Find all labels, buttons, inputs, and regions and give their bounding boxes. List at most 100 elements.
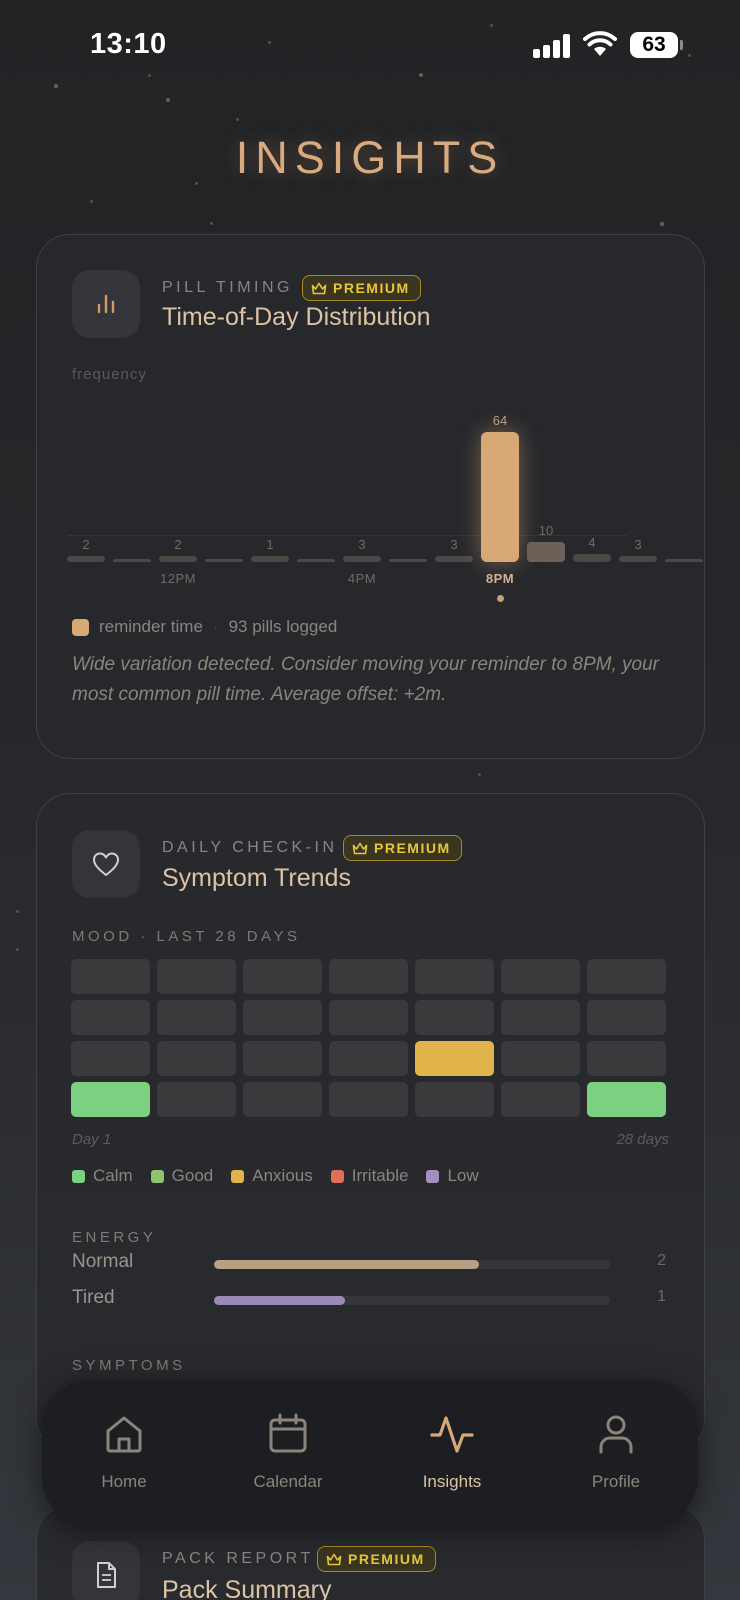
symptom-trends-card[interactable]: DAILY CHECK-IN PREMIUM Symptom Trends MO…	[36, 793, 705, 1453]
mood-day-cell[interactable]	[587, 1000, 666, 1035]
card-eyebrow: DAILY CHECK-IN	[162, 839, 338, 856]
mood-day-cell[interactable]	[415, 1000, 494, 1035]
mood-heatmap	[71, 959, 666, 1117]
chart-tick-label: 8PM	[485, 571, 515, 586]
heatmap-axis-end: 28 days	[616, 1131, 669, 1148]
crown-icon	[311, 282, 327, 294]
mood-day-cell[interactable]	[415, 959, 494, 994]
chart-bar	[619, 555, 657, 562]
crown-icon	[326, 1553, 342, 1565]
mood-day-cell[interactable]	[501, 1082, 580, 1117]
chart-value-label: 4	[588, 534, 596, 550]
energy-bar-fill	[214, 1296, 345, 1305]
card-eyebrow: PILL TIMING	[162, 279, 293, 296]
mood-section-label: MOOD · LAST 28 DAYS	[72, 928, 301, 945]
nav-insights[interactable]: Insights	[370, 1380, 534, 1525]
card-eyebrow: PACK REPORT	[162, 1550, 314, 1567]
chart-value-label: 3	[358, 536, 366, 552]
premium-badge: PREMIUM	[343, 835, 462, 861]
nav-insights-label: Insights	[422, 1472, 482, 1491]
chart-legend: reminder time · 93 pills logged	[72, 617, 337, 637]
bar-chart-icon	[72, 270, 140, 338]
chart-bar	[343, 555, 381, 562]
nav-calendar-label: Calendar	[253, 1472, 323, 1491]
user-icon	[599, 1415, 633, 1454]
heatmap-axis-start: Day 1	[72, 1131, 112, 1148]
calendar-icon	[269, 1413, 307, 1453]
mood-legend-item: Calm	[72, 1166, 133, 1186]
pill-timing-card[interactable]: PILL TIMING PREMIUM Time-of-Day Distribu…	[36, 234, 705, 759]
energy-label: Normal	[72, 1251, 134, 1272]
premium-badge-label: PREMIUM	[348, 1551, 425, 1567]
mood-day-cell[interactable]	[157, 959, 236, 994]
mood-day-cell[interactable]	[243, 1000, 322, 1035]
wifi-icon	[583, 31, 617, 56]
energy-label: Tired	[72, 1287, 115, 1308]
chart-bar	[435, 555, 473, 562]
mood-day-cell[interactable]	[157, 1041, 236, 1076]
premium-badge-label: PREMIUM	[374, 840, 451, 856]
symptoms-section-label: SYMPTOMS	[72, 1357, 186, 1374]
mood-day-cell[interactable]	[329, 959, 408, 994]
mood-day-cell[interactable]	[329, 1000, 408, 1035]
chart-bar	[205, 559, 243, 562]
home-icon	[106, 1416, 142, 1453]
chart-value-label: 2	[174, 537, 182, 552]
chart-tick-label: 4PM	[347, 571, 377, 586]
chart-bar	[527, 542, 565, 562]
chart-value-label: 10	[538, 523, 554, 538]
mood-legend-item: Low	[426, 1166, 479, 1186]
chart-bar	[297, 559, 335, 562]
chart-bar	[67, 556, 105, 562]
mood-day-cell[interactable]	[157, 1082, 236, 1117]
time-of-day-chart: 2 2 1 3 3 64 10 4 3 12PM 4PM 8PM	[67, 395, 703, 630]
heart-icon	[72, 830, 140, 898]
mood-day-cell[interactable]	[415, 1082, 494, 1117]
mood-day-cell[interactable]	[71, 1000, 150, 1035]
chart-bar	[665, 559, 703, 562]
mood-day-cell[interactable]	[71, 959, 150, 994]
mood-day-cell[interactable]	[157, 1000, 236, 1035]
reminder-time-swatch	[72, 618, 89, 636]
mood-legend-item: Irritable	[330, 1166, 408, 1186]
document-icon	[72, 1541, 140, 1600]
nav-calendar[interactable]: Calendar	[206, 1380, 370, 1525]
bottom-nav: Home Calendar Insights Profile	[42, 1380, 698, 1525]
mood-day-cell[interactable]	[243, 1082, 322, 1117]
mood-day-cell[interactable]	[329, 1082, 408, 1117]
mood-day-cell[interactable]	[415, 1041, 494, 1076]
mood-day-cell[interactable]	[587, 1041, 666, 1076]
mood-day-cell[interactable]	[501, 1000, 580, 1035]
battery-icon: 63	[630, 32, 678, 58]
legend-label: reminder time	[99, 617, 203, 636]
energy-row: Normal 2	[72, 1249, 666, 1279]
chart-bar	[573, 553, 611, 562]
nav-home[interactable]: Home	[42, 1380, 206, 1525]
energy-count: 1	[657, 1288, 666, 1305]
chart-value-label: 1	[266, 537, 274, 552]
chart-bar	[251, 556, 289, 562]
mood-day-cell[interactable]	[329, 1041, 408, 1076]
mood-day-cell[interactable]	[71, 1041, 150, 1076]
mood-day-cell[interactable]	[243, 959, 322, 994]
mood-day-cell[interactable]	[243, 1041, 322, 1076]
mood-day-cell[interactable]	[71, 1082, 150, 1117]
nav-home-label: Home	[101, 1472, 147, 1491]
mood-day-cell[interactable]	[501, 1041, 580, 1076]
crown-icon	[352, 842, 368, 854]
premium-badge: PREMIUM	[317, 1546, 436, 1572]
energy-bar-fill	[214, 1260, 480, 1269]
nav-profile[interactable]: Profile	[534, 1380, 698, 1525]
energy-section-label: ENERGY	[72, 1229, 157, 1246]
premium-badge: PREMIUM	[302, 275, 421, 301]
y-axis-label: frequency	[72, 366, 147, 383]
nav-profile-label: Profile	[591, 1472, 641, 1491]
mood-day-cell[interactable]	[587, 1082, 666, 1117]
energy-bar-track	[214, 1260, 610, 1269]
energy-count: 2	[657, 1252, 666, 1269]
mood-day-cell[interactable]	[587, 959, 666, 994]
chart-value-label: 2	[82, 537, 90, 552]
mood-legend: Calm Good Anxious Irritable Low	[72, 1166, 479, 1186]
chart-bar-highlight	[481, 432, 519, 562]
mood-day-cell[interactable]	[501, 959, 580, 994]
